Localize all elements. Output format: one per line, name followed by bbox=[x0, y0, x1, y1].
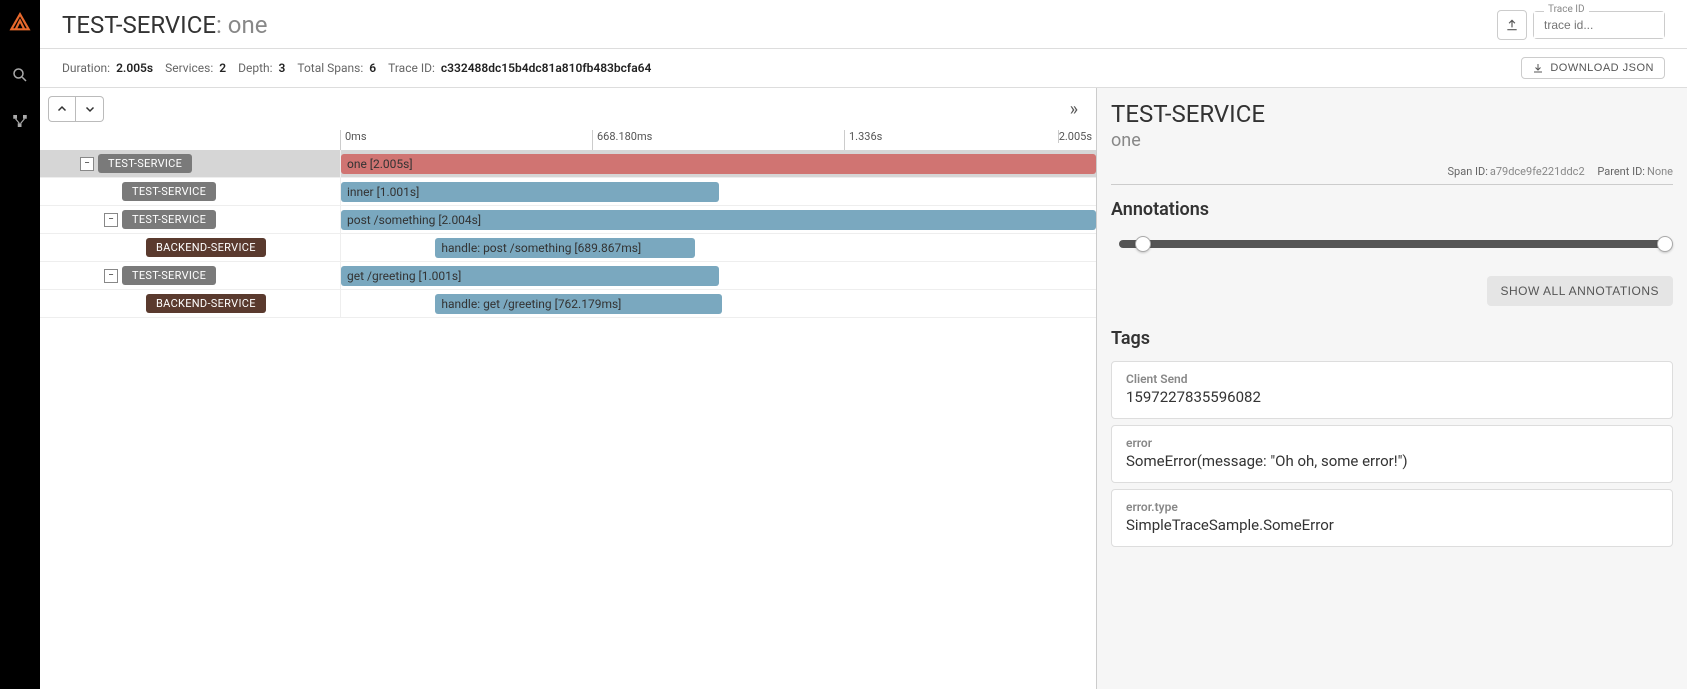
spans-value: 6 bbox=[369, 61, 376, 75]
span-rows: −TEST-SERVICEone [2.005s]TEST-SERVICEinn… bbox=[40, 150, 1096, 318]
tag-card: error SomeError(message: "Oh oh, some err… bbox=[1111, 425, 1673, 483]
span-row[interactable]: −TEST-SERVICEone [2.005s] bbox=[40, 150, 1096, 178]
collapse-up-button[interactable] bbox=[48, 96, 76, 122]
timeline-header: 0ms668.180ms1.336s2.005s bbox=[40, 130, 1096, 150]
trace-id-input[interactable] bbox=[1534, 12, 1664, 38]
service-chip: BACKEND-SERVICE bbox=[146, 294, 266, 313]
parent-id-value: None bbox=[1647, 165, 1673, 178]
slider-handle-end[interactable] bbox=[1657, 236, 1673, 252]
span-bar[interactable]: get /greeting [1.001s] bbox=[341, 266, 719, 286]
span-id-value: a79dce9fe221ddc2 bbox=[1490, 165, 1585, 178]
tag-key: error bbox=[1126, 436, 1658, 450]
service-chip: TEST-SERVICE bbox=[98, 154, 192, 173]
trace-pane: » 0ms668.180ms1.336s2.005s −TEST-SERVICE… bbox=[40, 88, 1097, 689]
trace-id-field: Trace ID bbox=[1533, 11, 1665, 39]
tag-value: SimpleTraceSample.SomeError bbox=[1126, 516, 1658, 534]
span-tree-cell: −TEST-SERVICE bbox=[40, 154, 340, 173]
annotations-heading: Annotations bbox=[1111, 199, 1673, 220]
span-row[interactable]: −TEST-SERVICEget /greeting [1.001s] bbox=[40, 262, 1096, 290]
tag-key: error.type bbox=[1126, 500, 1658, 514]
service-chip: TEST-SERVICE bbox=[122, 266, 216, 285]
sidebar bbox=[0, 0, 40, 689]
timeline-tick: 2.005s bbox=[1058, 130, 1096, 143]
timeline-tick: 668.180ms bbox=[592, 130, 844, 150]
tag-card: Client Send 1597227835596082 bbox=[1111, 361, 1673, 419]
dependencies-icon[interactable] bbox=[11, 112, 29, 130]
span-bar-cell: inner [1.001s] bbox=[340, 178, 1096, 205]
tag-card: error.type SimpleTraceSample.SomeError bbox=[1111, 489, 1673, 547]
span-bar[interactable]: handle: post /something [689.867ms] bbox=[435, 238, 695, 258]
traceid-value: c332488dc15b4dc81a810fb483bcfa64 bbox=[441, 61, 651, 75]
span-tree-cell: BACKEND-SERVICE bbox=[40, 294, 340, 313]
span-tree-cell: BACKEND-SERVICE bbox=[40, 238, 340, 257]
upload-button[interactable] bbox=[1497, 10, 1527, 40]
search-icon[interactable] bbox=[11, 66, 29, 84]
detail-operation: one bbox=[1111, 130, 1673, 151]
span-row[interactable]: −TEST-SERVICEpost /something [2.004s] bbox=[40, 206, 1096, 234]
detail-ids: Span ID:a79dce9fe221ddc2 Parent ID:None bbox=[1111, 165, 1673, 185]
span-bar-cell: get /greeting [1.001s] bbox=[340, 262, 1096, 289]
span-row[interactable]: BACKEND-SERVICE handle: get /greeting [76… bbox=[40, 290, 1096, 318]
row-toggle[interactable]: − bbox=[104, 213, 118, 227]
span-bar-cell: one [2.005s] bbox=[340, 150, 1096, 177]
row-toggle[interactable]: − bbox=[80, 157, 94, 171]
span-tree-cell: −TEST-SERVICE bbox=[40, 210, 340, 229]
services-label: Services: bbox=[165, 61, 213, 75]
span-bar-cell: handle: post /something [689.867ms] bbox=[340, 234, 1096, 261]
annotations-slider[interactable] bbox=[1119, 240, 1665, 248]
span-bar[interactable]: one [2.005s] bbox=[341, 154, 1096, 174]
depth-label: Depth: bbox=[238, 61, 272, 75]
span-id-label: Span ID: bbox=[1448, 165, 1488, 178]
duration-label: Duration: bbox=[62, 61, 110, 75]
expand-down-button[interactable] bbox=[76, 96, 104, 122]
title-service: TEST-SERVICE bbox=[62, 11, 216, 39]
timeline-tick: 0ms bbox=[340, 130, 592, 150]
tag-key: Client Send bbox=[1126, 372, 1658, 386]
meta-bar: Duration: 2.005s Services: 2 Depth: 3 To… bbox=[40, 48, 1687, 88]
title-operation: one bbox=[228, 11, 268, 39]
service-chip: TEST-SERVICE bbox=[122, 210, 216, 229]
trace-id-label: Trace ID bbox=[1544, 4, 1589, 15]
span-tree-cell: TEST-SERVICE bbox=[40, 182, 340, 201]
span-bar-cell: post /something [2.004s] bbox=[340, 206, 1096, 233]
spans-label: Total Spans: bbox=[297, 61, 363, 75]
span-bar-cell: handle: get /greeting [762.179ms] bbox=[340, 290, 1096, 317]
services-value: 2 bbox=[219, 61, 226, 75]
logo-icon bbox=[7, 12, 33, 38]
download-json-button[interactable]: DOWNLOAD JSON bbox=[1521, 57, 1665, 79]
row-toggle[interactable]: − bbox=[104, 269, 118, 283]
span-row[interactable]: TEST-SERVICE inner [1.001s] bbox=[40, 178, 1096, 206]
header: TEST-SERVICE: one Trace ID bbox=[40, 0, 1687, 48]
traceid-label: Trace ID: bbox=[388, 61, 435, 75]
tags-heading: Tags bbox=[1111, 328, 1673, 349]
span-bar[interactable]: inner [1.001s] bbox=[341, 182, 719, 202]
page-title: TEST-SERVICE: one bbox=[62, 11, 267, 39]
duration-value: 2.005s bbox=[116, 61, 153, 75]
span-row[interactable]: BACKEND-SERVICE handle: post /something [… bbox=[40, 234, 1096, 262]
parent-id-label: Parent ID: bbox=[1597, 165, 1645, 178]
span-tree-cell: −TEST-SERVICE bbox=[40, 266, 340, 285]
span-bar[interactable]: post /something [2.004s] bbox=[341, 210, 1096, 230]
slider-handle-start[interactable] bbox=[1135, 236, 1151, 252]
tag-value: 1597227835596082 bbox=[1126, 388, 1658, 406]
span-bar[interactable]: handle: get /greeting [762.179ms] bbox=[435, 294, 722, 314]
show-all-annotations-button[interactable]: SHOW ALL ANNOTATIONS bbox=[1487, 276, 1673, 306]
tag-value: SomeError(message: "Oh oh, some error!") bbox=[1126, 452, 1658, 470]
detail-service: TEST-SERVICE bbox=[1111, 100, 1673, 128]
depth-value: 3 bbox=[279, 61, 286, 75]
download-label: DOWNLOAD JSON bbox=[1550, 62, 1654, 74]
service-chip: TEST-SERVICE bbox=[122, 182, 216, 201]
collapse-detail-icon[interactable]: » bbox=[1070, 99, 1078, 120]
service-chip: BACKEND-SERVICE bbox=[146, 238, 266, 257]
detail-pane: TEST-SERVICE one Span ID:a79dce9fe221ddc… bbox=[1097, 88, 1687, 689]
